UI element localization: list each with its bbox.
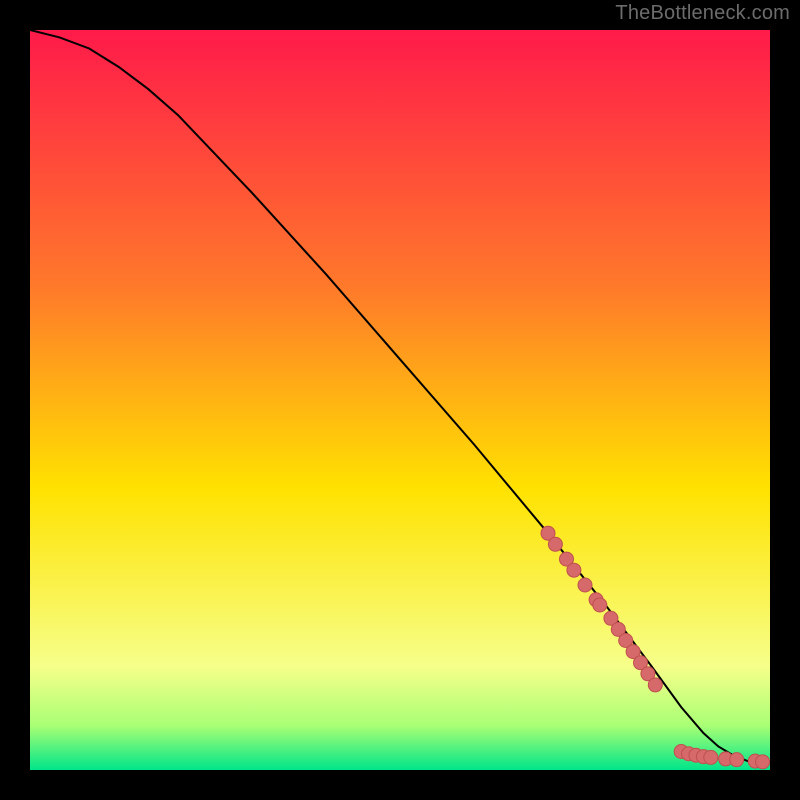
plot-area bbox=[30, 30, 770, 770]
attribution-text: TheBottleneck.com bbox=[615, 2, 790, 25]
chart-frame: TheBottleneck.com bbox=[0, 0, 800, 800]
data-marker bbox=[593, 598, 607, 612]
data-marker bbox=[548, 537, 562, 551]
gradient-background bbox=[30, 30, 770, 770]
data-marker bbox=[567, 563, 581, 577]
data-marker bbox=[756, 755, 770, 769]
data-marker bbox=[648, 678, 662, 692]
data-marker bbox=[730, 753, 744, 767]
data-marker bbox=[704, 750, 718, 764]
plot-svg bbox=[30, 30, 770, 770]
data-marker bbox=[578, 578, 592, 592]
